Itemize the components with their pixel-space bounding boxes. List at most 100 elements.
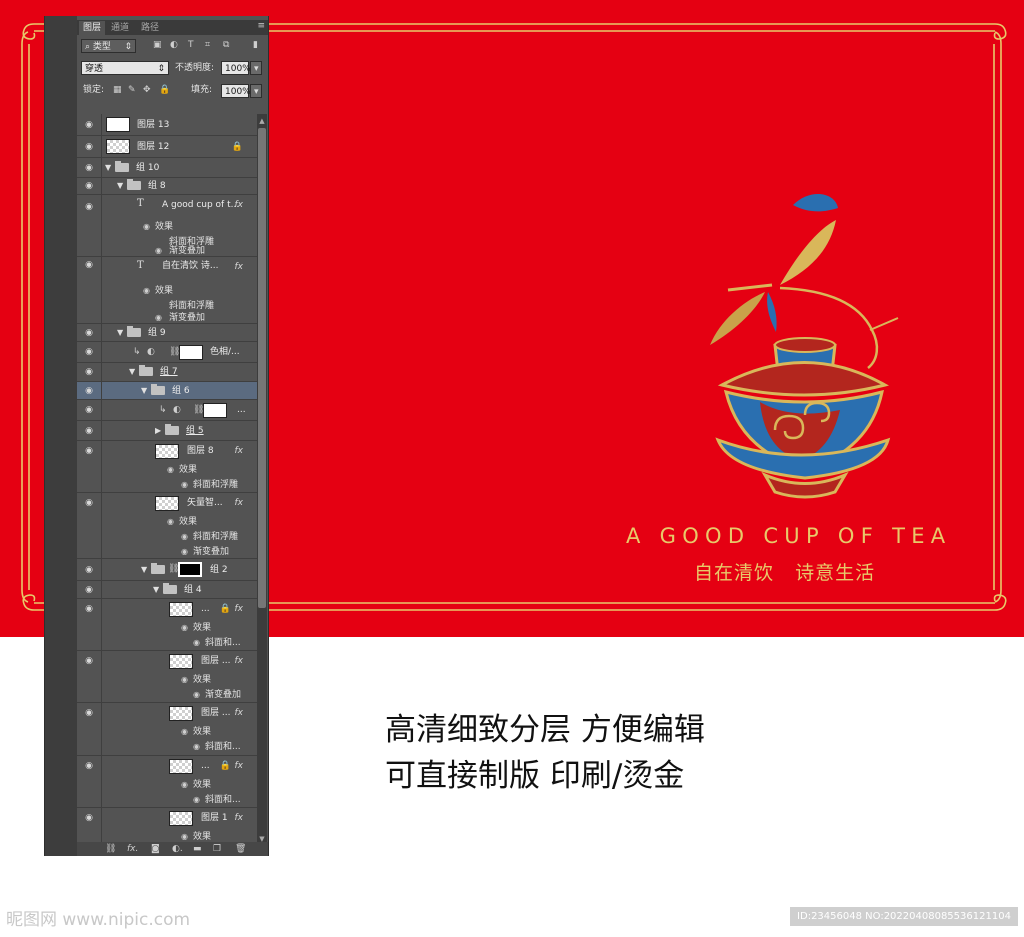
effect-eye-icon[interactable]: ◉ bbox=[181, 531, 188, 543]
effect-eye-icon[interactable]: ◉ bbox=[181, 674, 188, 686]
group-row[interactable]: ◉ ▼ ⛓ 组 2 bbox=[77, 559, 257, 581]
effect-eye-icon[interactable]: ◉ bbox=[181, 726, 188, 738]
fx-icon[interactable]: fx bbox=[235, 496, 244, 510]
visibility-eye-icon[interactable]: ◉ bbox=[83, 760, 95, 772]
group-row[interactable]: ◉ ▶ 组 5 bbox=[77, 421, 257, 441]
tab-layers[interactable]: 图层 bbox=[79, 21, 106, 35]
layer-row[interactable]: ◉ ... 🔒 fx ◉ 效果 ◉ 斜面和... bbox=[77, 756, 257, 808]
group-row[interactable]: ◉ ▼ 组 7 bbox=[77, 363, 257, 382]
effect-eye-icon[interactable]: ◉ bbox=[167, 464, 174, 476]
smart-object-filter-icon[interactable]: ⧉ bbox=[223, 38, 229, 52]
visibility-eye-icon[interactable]: ◉ bbox=[83, 603, 95, 615]
add-style-icon[interactable]: fx. bbox=[127, 843, 138, 855]
visibility-eye-icon[interactable]: ◉ bbox=[83, 564, 95, 576]
new-adjustment-icon[interactable]: ◐. bbox=[172, 843, 183, 855]
fx-icon[interactable]: fx bbox=[235, 602, 244, 616]
expand-triangle-icon[interactable]: ▼ bbox=[153, 584, 159, 596]
layer-row[interactable]: ◉ 图层 1 fx ◉ 效果 bbox=[77, 808, 257, 846]
effect-eye-icon[interactable]: ◉ bbox=[181, 479, 188, 491]
adjustment-layer-row[interactable]: ◉ ↳ ◐ ⛓ 色相/... bbox=[77, 342, 257, 363]
expand-triangle-icon[interactable]: ▼ bbox=[105, 162, 111, 174]
effect-eye-icon[interactable]: ◉ bbox=[181, 622, 188, 634]
fx-icon[interactable]: fx bbox=[235, 654, 244, 668]
expand-triangle-icon[interactable]: ▼ bbox=[141, 564, 147, 576]
layer-row[interactable]: ◉ 图层 ... fx ◉ 效果 ◉ 斜面和... bbox=[77, 703, 257, 756]
visibility-eye-icon[interactable]: ◉ bbox=[83, 445, 95, 457]
layer-row[interactable]: ◉ 图层 8 fx ◉ 效果 ◉ 斜面和浮雕 bbox=[77, 441, 257, 493]
group-row[interactable]: ◉ ▼ 组 10 bbox=[77, 158, 257, 178]
layer-row[interactable]: ◉ 图层 13 bbox=[77, 114, 257, 136]
effect-eye-icon[interactable]: ◉ bbox=[193, 794, 200, 806]
visibility-eye-icon[interactable]: ◉ bbox=[83, 707, 95, 719]
visibility-eye-icon[interactable]: ◉ bbox=[83, 404, 95, 416]
visibility-eye-icon[interactable]: ◉ bbox=[83, 119, 95, 131]
effect-eye-icon[interactable]: ◉ bbox=[181, 546, 188, 558]
fill-dropdown-button[interactable]: ▾ bbox=[250, 84, 262, 98]
visibility-eye-icon[interactable]: ◉ bbox=[83, 327, 95, 339]
fx-icon[interactable]: fx bbox=[235, 198, 244, 212]
scrollbar-thumb[interactable] bbox=[258, 128, 266, 608]
link-layers-icon[interactable]: ⛓ bbox=[105, 843, 116, 855]
layers-scrollbar[interactable]: ▲ ▼ bbox=[257, 114, 267, 846]
fx-icon[interactable]: fx bbox=[235, 260, 244, 274]
scroll-up-arrow-icon[interactable]: ▲ bbox=[257, 116, 267, 126]
filter-toggle[interactable]: ▮ bbox=[253, 38, 258, 52]
fx-icon[interactable]: fx bbox=[235, 759, 244, 773]
lock-transparent-icon[interactable]: ▦ bbox=[113, 83, 122, 97]
new-group-icon[interactable]: ▬ bbox=[193, 843, 202, 855]
adjustment-layer-row[interactable]: ◉ ↳ ◐ ⛓ ... bbox=[77, 400, 257, 421]
image-filter-icon[interactable]: ▣ bbox=[153, 38, 162, 52]
visibility-eye-icon[interactable]: ◉ bbox=[83, 385, 95, 397]
effect-eye-icon[interactable]: ◉ bbox=[143, 221, 150, 233]
visibility-eye-icon[interactable]: ◉ bbox=[83, 425, 95, 437]
group-row[interactable]: ◉ ▼ 组 9 bbox=[77, 324, 257, 342]
text-layer-row[interactable]: ◉ T 自在清饮 诗... fx ◉ 效果 斜面和浮雕 ◉ 渐变叠加 bbox=[77, 257, 257, 324]
adjustment-filter-icon[interactable]: ◐ bbox=[170, 38, 178, 52]
delete-layer-icon[interactable]: 🗑 bbox=[235, 843, 246, 855]
effect-eye-icon[interactable]: ◉ bbox=[193, 689, 200, 701]
opacity-input[interactable]: 100% bbox=[221, 61, 251, 75]
layer-row[interactable]: ◉ 图层 12 🔒 bbox=[77, 136, 257, 158]
visibility-eye-icon[interactable]: ◉ bbox=[83, 584, 95, 596]
visibility-eye-icon[interactable]: ◉ bbox=[83, 201, 95, 213]
fx-icon[interactable]: fx bbox=[235, 811, 244, 825]
visibility-eye-icon[interactable]: ◉ bbox=[83, 259, 95, 271]
effect-eye-icon[interactable]: ◉ bbox=[167, 516, 174, 528]
visibility-eye-icon[interactable]: ◉ bbox=[83, 812, 95, 824]
group-row[interactable]: ◉ ▼ 组 4 bbox=[77, 581, 257, 599]
shape-filter-icon[interactable]: ⌗ bbox=[205, 38, 210, 52]
effect-eye-icon[interactable]: ◉ bbox=[193, 741, 200, 753]
effect-eye-icon[interactable]: ◉ bbox=[155, 245, 162, 257]
visibility-eye-icon[interactable]: ◉ bbox=[83, 162, 95, 174]
visibility-eye-icon[interactable]: ◉ bbox=[83, 655, 95, 667]
visibility-eye-icon[interactable]: ◉ bbox=[83, 497, 95, 509]
visibility-eye-icon[interactable]: ◉ bbox=[83, 366, 95, 378]
layer-row[interactable]: ◉ ... 🔒 fx ◉ 效果 ◉ 斜面和... bbox=[77, 599, 257, 651]
collapse-triangle-icon[interactable]: ▶ bbox=[155, 425, 161, 437]
visibility-eye-icon[interactable]: ◉ bbox=[83, 180, 95, 192]
smart-object-row[interactable]: ◉ 矢量智... fx ◉ 效果 ◉ 斜面和浮雕 ◉ 渐变叠加 bbox=[77, 493, 257, 559]
filter-kind-dropdown[interactable]: ⌕ 类型 ⇕ bbox=[81, 39, 136, 53]
effect-eye-icon[interactable]: ◉ bbox=[143, 285, 150, 297]
add-mask-icon[interactable]: ◙ bbox=[151, 843, 160, 855]
text-layer-row[interactable]: ◉ T A good cup of t... fx ◉ 效果 斜面和浮雕 ◉ 渐… bbox=[77, 195, 257, 257]
expand-triangle-icon[interactable]: ▼ bbox=[117, 327, 123, 339]
lock-position-icon[interactable]: ✥ bbox=[143, 83, 151, 97]
expand-triangle-icon[interactable]: ▼ bbox=[117, 180, 123, 192]
type-filter-icon[interactable]: T bbox=[188, 38, 194, 52]
expand-triangle-icon[interactable]: ▼ bbox=[141, 385, 147, 397]
group-row[interactable]: ◉ ▼ 组 8 bbox=[77, 178, 257, 195]
effect-eye-icon[interactable]: ◉ bbox=[193, 637, 200, 649]
effect-eye-icon[interactable]: ◉ bbox=[181, 779, 188, 791]
layer-row[interactable]: ◉ 图层 ... fx ◉ 效果 ◉ 渐变叠加 bbox=[77, 651, 257, 703]
opacity-dropdown-button[interactable]: ▾ bbox=[250, 61, 262, 75]
tab-paths[interactable]: 路径 bbox=[137, 21, 163, 35]
expand-triangle-icon[interactable]: ▼ bbox=[129, 366, 135, 378]
group-row-selected[interactable]: ◉ ▼ 组 6 bbox=[77, 382, 257, 400]
panel-menu-icon[interactable]: ≡ bbox=[257, 21, 265, 31]
lock-all-icon[interactable]: 🔒 bbox=[159, 83, 170, 97]
fx-icon[interactable]: fx bbox=[235, 706, 244, 720]
blend-mode-dropdown[interactable]: 穿透 ⇕ bbox=[81, 61, 169, 75]
lock-image-icon[interactable]: ✎ bbox=[128, 83, 136, 97]
new-layer-icon[interactable]: ❐ bbox=[213, 843, 221, 855]
